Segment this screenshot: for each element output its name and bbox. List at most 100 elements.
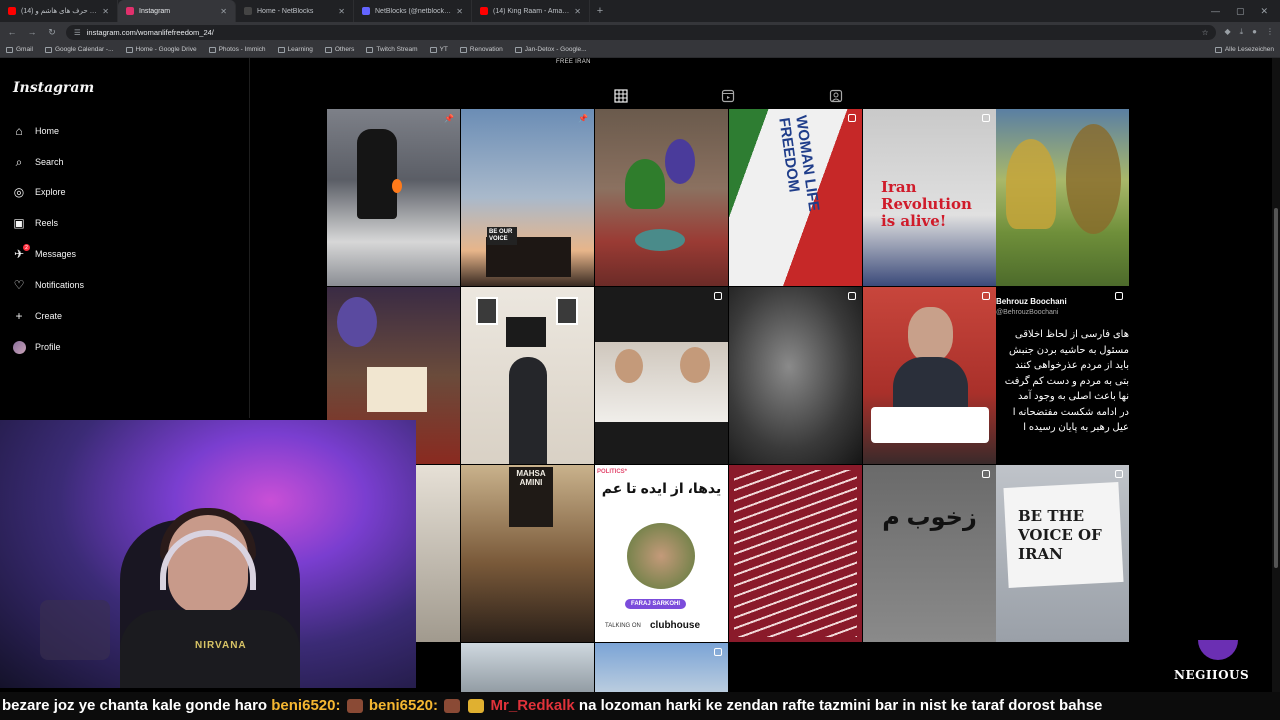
post-banner-text: BE THE VOICE OF IRAN [1018,507,1102,563]
site-info-icon[interactable]: ☰ [74,28,81,37]
post-tile[interactable] [595,643,728,699]
bookmark-yt[interactable]: YT [429,46,448,53]
webcam-overlay: NIRVANA [0,420,416,688]
post-tile[interactable] [461,287,594,464]
nav-explore[interactable]: ◎ Explore [12,185,66,199]
post-tile[interactable]: Behrouz Boochani @BehrouzBoochani های فا… [996,287,1129,464]
close-window-icon[interactable]: ✕ [1260,6,1268,17]
nav-notifications[interactable]: ♡ Notifications [12,278,84,292]
post-tile[interactable] [863,287,996,464]
bookmark-calendar[interactable]: Google Calendar -... [44,46,114,53]
nav-label: Notifications [35,280,85,290]
post-tile[interactable]: Iran Revolution is alive! [863,109,996,286]
post-tile[interactable]: زخوب م [863,465,996,642]
folder-icon [429,46,437,53]
bookmark-label: YT [439,46,448,53]
streamer-logo: NEGIIOUS [1168,612,1268,692]
url-bar[interactable]: ☰ instagram.com/womanlifefreedom_24/ ☆ [66,24,1217,40]
reload-icon[interactable]: ↻ [46,27,58,38]
speaker-name: FARAJ SARKOHI [625,599,687,609]
tagged-icon[interactable] [829,89,843,103]
post-tile[interactable]: WOMAN LIFE FREEDOM [729,109,862,286]
browser-tab-netblocks[interactable]: Home - NetBlocks ✕ [236,0,354,22]
new-tab-button[interactable]: + [590,5,610,17]
post-tile[interactable] [996,109,1129,286]
post-tile[interactable] [595,287,728,464]
nav-label: Search [35,157,64,167]
plus-icon: + [15,309,23,323]
search-icon: ⌕ [15,154,23,169]
streamer-name: NEGIIOUS [1174,668,1250,682]
close-icon[interactable]: ✕ [574,7,581,16]
instagram-logo[interactable]: Instagram [13,80,94,96]
forward-icon[interactable]: → [26,27,38,37]
folder-icon [324,46,332,53]
chat-message: na lozoman harki ke zendan rafte tazmini… [578,697,1103,714]
compass-icon: ◎ [13,185,25,199]
post-category-text: POLITICS* [597,469,628,475]
all-bookmarks[interactable]: Alle Lesezeichen [1214,46,1274,53]
post-tile[interactable]: BE THE VOICE OF IRAN [996,465,1129,642]
close-icon[interactable]: ✕ [220,7,227,16]
post-tile[interactable] [595,109,728,286]
profile-icon[interactable]: ● [1252,27,1257,37]
post-tile[interactable]: POLITICS* یدها، از ایده تا عم FARAJ SARK… [595,465,728,642]
bookmark-star-icon[interactable]: ☆ [1202,28,1209,37]
emote-icon [444,699,461,714]
bookmark-twitch[interactable]: Twitch Stream [366,46,418,53]
bookmark-renovation[interactable]: Renovation [459,46,503,53]
post-tile[interactable] [729,465,862,642]
messenger-icon: ✈ 2 [12,244,30,261]
browser-tab-youtube-1[interactable]: (14) پاکتش به حرف های هاشم و ✕ [0,0,118,22]
post-banner-text: WOMAN LIFE FREEDOM [775,114,823,213]
close-icon[interactable]: ✕ [456,7,463,16]
nav-label: Create [35,311,63,321]
carousel-icon [1115,470,1123,478]
bookmark-others[interactable]: Others [324,46,354,53]
nav-profile[interactable]: Profile [12,340,61,354]
tab-label: Home - NetBlocks [257,7,314,15]
extension-icon[interactable]: ◆ [1224,27,1230,37]
bookmark-gmail[interactable]: Gmail [6,46,33,53]
reel-icon [982,292,990,300]
post-tile[interactable]: 📌 [327,109,460,286]
menu-icon[interactable]: ⋮ [1266,27,1274,37]
close-icon[interactable]: ✕ [338,7,345,16]
scroll-thumb[interactable] [1274,208,1278,568]
browser-tab-instagram[interactable]: Instagram ✕ [118,0,236,22]
post-tile[interactable]: MAHSA AMINI [461,465,594,642]
chat-username: beni6520: [368,697,439,714]
nav-create[interactable]: + Create [12,309,62,323]
post-tile[interactable] [461,643,594,699]
nav-search[interactable]: ⌕ Search [12,155,64,169]
back-icon[interactable]: ← [6,27,18,37]
download-icon[interactable]: ⤓ [1240,27,1244,37]
photos-icon [208,46,216,53]
url-text[interactable]: instagram.com/womanlifefreedom_24/ [87,28,214,37]
nav-reels[interactable]: ▣ Reels [12,216,58,230]
maximize-icon[interactable]: ▢ [1236,6,1245,17]
sheets-icon [514,46,522,53]
bookmark-jan-detox[interactable]: Jan-Detox - Google... [514,46,587,53]
tweet-line: باید از مردم عذرخواهی کنند [1015,360,1129,371]
bookmark-immich[interactable]: Photos - Immich [208,46,266,53]
nav-messages[interactable]: ✈ 2 Messages [12,244,76,261]
bookmark-drive[interactable]: Home - Google Drive [125,46,197,53]
close-icon[interactable]: ✕ [102,7,109,16]
tab-label: Instagram [139,7,171,15]
talking-on-label: TALKING ON [605,623,641,629]
browser-tab-mastodon[interactable]: NetBlocks (@netblocks@mastodon) ✕ [354,0,472,22]
teacup-icon [1198,640,1238,660]
tab-label: (14) King Raam - Ama To Nisti [493,7,569,15]
bookmark-learning[interactable]: Learning [277,46,313,53]
reels-tab-icon[interactable] [721,89,735,103]
nav-home[interactable]: ⌂ Home [12,124,59,138]
post-tile[interactable]: BE OUR VOICE 📌 [461,109,594,286]
grid-icon[interactable] [614,89,628,103]
tab-label: NetBlocks (@netblocks@mastodon) [375,7,451,15]
minimize-icon[interactable]: — [1211,6,1220,17]
browser-tab-youtube-2[interactable]: (14) King Raam - Ama To Nisti ✕ [472,0,590,22]
page-scrollbar[interactable] [1272,58,1280,692]
window-controls: — ▢ ✕ [1211,6,1280,17]
post-tile[interactable] [729,287,862,464]
